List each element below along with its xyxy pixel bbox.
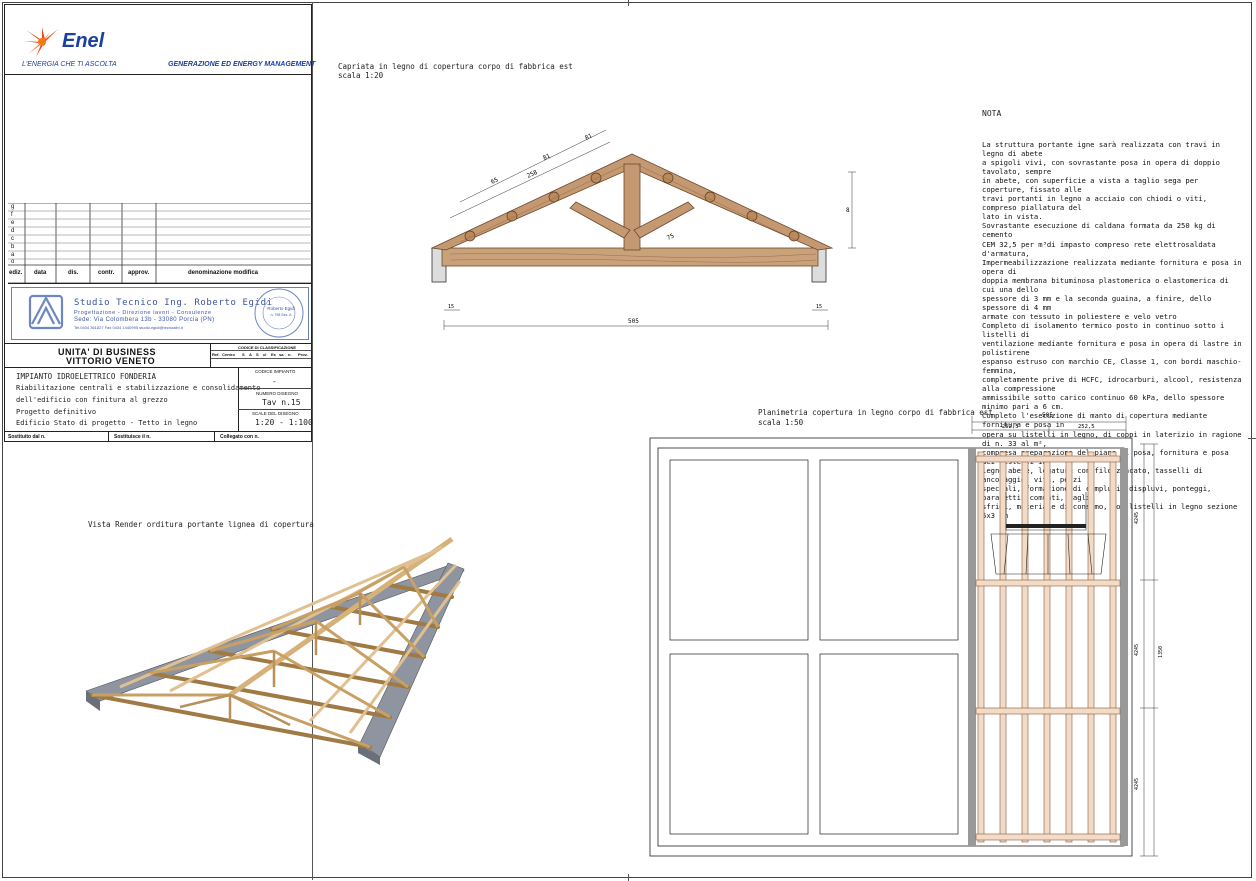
sheet-divider-bottom xyxy=(628,874,629,881)
rev-row-c: c xyxy=(11,236,14,242)
plan-drawing: 505 252,5 252,5 4245 4245 4245 1350 xyxy=(649,412,1164,857)
nota-line: Impermeabilizzazione realizzata mediante… xyxy=(982,257,1242,276)
rev-header-data: data xyxy=(34,270,47,276)
nota-line: in abete, con superficie a vista a tagli… xyxy=(982,176,1199,195)
unit-line-2: VITTORIO VENETO xyxy=(66,356,156,366)
rev-row-o: o xyxy=(11,259,15,265)
plan-dim-half-right: 252,5 xyxy=(1078,424,1095,430)
studio-contacts: Tel.0434 361827 Fax 0434 1440995 studio.… xyxy=(74,325,183,330)
truss-dim-c: 81 xyxy=(584,132,594,142)
scale-box-sep xyxy=(238,409,312,410)
rev-row-a: a xyxy=(11,252,15,258)
enel-sun-icon xyxy=(24,27,58,57)
truss-dim-height: 8 xyxy=(846,207,850,214)
rev-header-ediz: ediz. xyxy=(9,270,23,276)
footer-row xyxy=(4,431,312,443)
rev-header-dis: dis. xyxy=(68,270,79,276)
company-tagline: L'ENERGIA CHE TI ASCOLTA xyxy=(22,61,117,68)
footer-div-1 xyxy=(108,431,109,442)
plan-dim-side-a: 4245 xyxy=(1134,512,1140,524)
truss-dim-right: 15 xyxy=(816,304,822,310)
rev-row-g: g xyxy=(11,204,15,210)
class-col-cl: cl xyxy=(263,352,267,357)
truss-dim-d: 258 xyxy=(526,169,539,180)
project-desc-2: dell'edificio con finitura al grezzo xyxy=(16,396,168,404)
class-col-sa: sa xyxy=(279,352,284,357)
header-separator xyxy=(4,74,312,75)
sheet-divider-right xyxy=(1248,438,1256,439)
truss-scale: scala 1:20 xyxy=(338,71,384,80)
nota-line: ventilazione mediante fornitura e posa i… xyxy=(982,339,1242,358)
class-col-s1: S xyxy=(242,352,245,357)
render-3d-view xyxy=(85,536,465,765)
studio-name: Studio Tecnico Ing. Roberto Egidi xyxy=(74,298,273,308)
footer-sostituisce: Sostituisce il n. xyxy=(114,434,151,440)
rev-row-d: d xyxy=(11,228,15,234)
nota-line: Sovrastante esecuzione di caldana format… xyxy=(982,221,1216,240)
studio-services: Progettazione - Direzione lavori - Consu… xyxy=(74,310,212,316)
company-division: GENERAZIONE ED ENERGY MANAGEMENT xyxy=(168,61,316,68)
truss-elevation-drawing: 65 81 81 258 75 8 15 15 505 xyxy=(430,129,856,330)
studio-address: Sede: Via Colombera 13b - 33080 Porcia (… xyxy=(74,317,215,323)
scale-label: SCALE DEL DISEGNO xyxy=(252,411,299,416)
revision-table: g f e d c b a o ediz. data dis. contr. a… xyxy=(8,203,312,283)
class-col-n: n. xyxy=(288,352,292,357)
nota-line: a spigoli vivi, con sovrastante posa in … xyxy=(982,158,1220,177)
nota-line: spessore di 3 mm e la seconda guaina, a … xyxy=(982,293,1212,312)
code-label: CODICE IMPIANTO xyxy=(255,369,296,374)
nota-line: espanso estruso con marchio CE, Classe 1… xyxy=(982,357,1242,376)
nota-line: Completo di isolamento termico posto in … xyxy=(982,320,1225,339)
class-col-ref: Ref. xyxy=(212,352,220,357)
rev-header-approv: approv. xyxy=(128,270,150,276)
footer-sostituito: Sostituito dal n. xyxy=(8,434,46,440)
nota-line: completamente prive di HCFC, idrocarburi… xyxy=(982,375,1242,394)
rev-header-contr: contr. xyxy=(98,270,115,276)
nota-line: lato in vista. xyxy=(982,212,1043,222)
stamp-number: n. 798 Sez. A xyxy=(270,313,292,317)
truss-dim-a: 65 xyxy=(490,176,500,186)
drawing-box-sep xyxy=(238,388,312,389)
scale-value: 1:20 - 1:100 xyxy=(255,418,313,427)
truss-dim-span: 505 xyxy=(628,318,639,325)
nota-line: La struttura portante igne sarà realizza… xyxy=(982,140,1220,159)
class-col-es: Es xyxy=(271,352,276,357)
nota-heading: NOTA xyxy=(982,109,1002,118)
nota-line: armate con tessuto in poliestere e velo … xyxy=(982,311,1177,321)
plan-dim-total: 505 xyxy=(1042,412,1053,419)
class-col-a: A xyxy=(249,352,252,357)
enel-logo-text: Enel xyxy=(62,30,105,52)
project-subject: Edificio Stato di progetto - Tetto in le… xyxy=(16,419,198,427)
project-plant: IMPIANTO IDROELETTRICO FONDERIA xyxy=(16,372,156,381)
truss-dim-b: 81 xyxy=(542,152,552,162)
rev-row-b: b xyxy=(11,244,15,250)
footer-div-2 xyxy=(214,431,215,442)
truss-dim-left: 15 xyxy=(448,304,454,310)
nota-line: travi portanti in legno a acciaio con ch… xyxy=(982,194,1208,213)
truss-dim-e: 75 xyxy=(666,232,676,242)
code-value: - xyxy=(272,377,277,386)
plan-dim-half-left: 252,5 xyxy=(1002,424,1019,430)
project-desc-1: Riabilitazione centrali e stabilizzazion… xyxy=(16,384,261,392)
rev-row-f: f xyxy=(11,212,13,218)
sheet-divider-top xyxy=(628,0,629,6)
studio-logo-icon xyxy=(28,294,64,330)
footer-collegato: Collegato con n. xyxy=(220,434,259,440)
nota-line: CEM 32,5 per m³di impasto compreso rete … xyxy=(982,239,1216,258)
stamp-name: Roberto Egidi xyxy=(267,306,295,311)
project-side-divider xyxy=(238,367,239,431)
rev-header-denominazione: denominazione modifica xyxy=(188,270,259,276)
class-col-s2: S xyxy=(256,352,259,357)
plan-dim-side-c: 4245 xyxy=(1134,778,1140,790)
plan-dim-side-b: 4245 xyxy=(1134,644,1140,656)
drawing-value: Tav n.15 xyxy=(262,398,301,407)
classification-cols: Ref. Centro S A S cl Es sa n. Prov. xyxy=(211,350,311,359)
nota-line: doppia membrana bituminosa plastomerica … xyxy=(982,275,1229,294)
truss-title: Capriata in legno di copertura corpo di … xyxy=(338,62,573,71)
plan-dim-side-total: 1350 xyxy=(1158,646,1164,658)
class-col-prov: Prov. xyxy=(298,352,308,357)
project-phase: Progetto definitivo xyxy=(16,408,97,416)
class-col-centro: Centro xyxy=(222,352,235,357)
drawing-label: NUMERO DISEGNO xyxy=(256,391,299,396)
rev-row-e: e xyxy=(11,220,15,226)
